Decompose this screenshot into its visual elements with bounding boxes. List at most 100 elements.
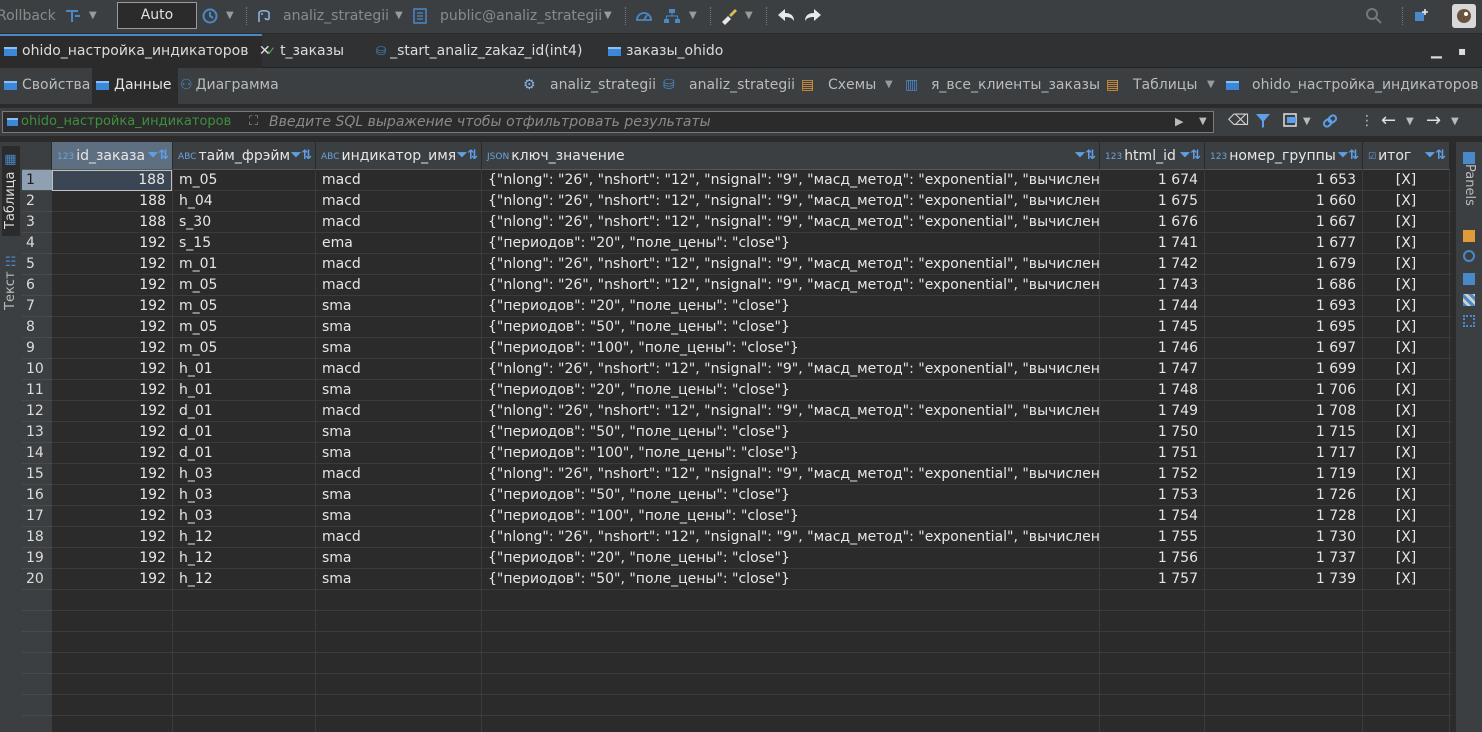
chevron-down-icon[interactable]: ▼ xyxy=(604,0,612,32)
forward-icon[interactable] xyxy=(803,7,823,25)
col-html-id-cell[interactable]: 1 741 xyxy=(1100,233,1204,254)
col-timeframe-cell[interactable]: h_01 xyxy=(173,380,315,401)
col-indicator-name-cell[interactable]: sma xyxy=(316,296,481,317)
row-number[interactable]: 10 xyxy=(22,359,52,380)
col-html-id-cell[interactable]: 1 755 xyxy=(1100,527,1204,548)
col-result-cell[interactable]: [X] xyxy=(1363,527,1449,548)
row-number[interactable] xyxy=(22,674,52,695)
new-window-icon[interactable] xyxy=(1413,7,1431,25)
col-key-value-cell[interactable]: {"периодов": "20", "поле_цены": "close"} xyxy=(482,233,1099,254)
col-id-order-cell[interactable]: 192 xyxy=(52,338,172,359)
sql-filter-input[interactable] xyxy=(269,113,1169,131)
col-key-value-cell[interactable]: {"периодов": "50", "поле_цены": "close"} xyxy=(482,317,1099,338)
row-number[interactable]: 13 xyxy=(22,422,52,443)
col-indicator-name-cell[interactable]: macd xyxy=(316,191,481,212)
link-icon[interactable] xyxy=(1322,113,1338,129)
col-indicator-name-cell[interactable]: sma xyxy=(316,317,481,338)
row-number[interactable]: 11 xyxy=(22,380,52,401)
col-result-cell[interactable]: [X] xyxy=(1363,170,1449,191)
col-group-number-cell[interactable]: 1 728 xyxy=(1205,506,1362,527)
col-html-id-cell[interactable]: 1 745 xyxy=(1100,317,1204,338)
table-row[interactable]: 192 s_15 ema {"периодов": "20", "поле_цены"… xyxy=(52,233,1452,254)
col-key-value-cell[interactable]: {"nlong": "26", "nshort": "12", "nsignal… xyxy=(482,254,1099,275)
col-id-order-cell[interactable]: 192 xyxy=(52,359,172,380)
tab-properties[interactable]: Свойства xyxy=(0,68,94,104)
col-key-value-cell[interactable]: {"периодов": "50", "поле_цены": "close"} xyxy=(482,485,1099,506)
col-html-id-cell[interactable]: 1 743 xyxy=(1100,275,1204,296)
col-indicator-name-cell[interactable]: macd xyxy=(316,401,481,422)
row-number[interactable]: 17 xyxy=(22,506,52,527)
col-group-number-cell[interactable]: 1 693 xyxy=(1205,296,1362,317)
expand-icon[interactable]: ⛶ xyxy=(249,112,258,132)
row-number[interactable] xyxy=(22,611,52,632)
col-indicator-name-cell[interactable]: macd xyxy=(316,275,481,296)
col-result-cell[interactable]: [X] xyxy=(1363,338,1449,359)
arrow-left-icon[interactable]: ← xyxy=(1381,109,1396,133)
row-number[interactable]: 8 xyxy=(22,317,52,338)
col-timeframe-header[interactable]: ABC тайм_фрэйм ⏷⇅ xyxy=(173,142,316,170)
col-html-id-cell[interactable]: 1 749 xyxy=(1100,401,1204,422)
table-row[interactable]: 192 m_01 macd {"nlong": "26", "nshort": "12… xyxy=(52,254,1452,275)
filter-icon[interactable] xyxy=(1255,113,1271,129)
row-number[interactable]: 9 xyxy=(22,338,52,359)
col-indicator-name-cell[interactable]: sma xyxy=(316,443,481,464)
breadcrumb-schema[interactable]: я_все_клиенты_заказы xyxy=(931,68,1100,104)
row-number[interactable]: 1 xyxy=(22,170,52,191)
column-filter-sort-icon[interactable]: ⏷⇅ xyxy=(1075,142,1096,169)
col-result-cell[interactable]: [X] xyxy=(1363,443,1449,464)
col-id-order-cell[interactable]: 192 xyxy=(52,296,172,317)
col-id-order-cell[interactable]: 192 xyxy=(52,275,172,296)
col-timeframe-cell[interactable]: m_05 xyxy=(173,338,315,359)
col-key-value-cell[interactable]: {"периодов": "100", "поле_цены": "close"… xyxy=(482,443,1099,464)
col-indicator-name-cell[interactable]: macd xyxy=(316,464,481,485)
col-group-number-cell[interactable]: 1 653 xyxy=(1205,170,1362,191)
col-id-order-cell[interactable]: 188 xyxy=(52,170,172,191)
col-key-value-cell[interactable]: {"периодов": "50", "поле_цены": "close"} xyxy=(482,422,1099,443)
table-row[interactable]: 192 h_12 sma {"периодов": "20", "поле_цены"… xyxy=(52,548,1452,569)
table-row[interactable]: 188 m_05 macd {"nlong": "26", "nshort": "12… xyxy=(52,170,1452,191)
results-grid[interactable]: 123 id_заказа ⏷⇅ ABC тайм_фрэйм ⏷⇅ ABC индикато… xyxy=(22,142,1452,732)
col-group-number-cell[interactable]: 1 706 xyxy=(1205,380,1362,401)
col-timeframe-cell[interactable]: d_01 xyxy=(173,422,315,443)
chevron-down-icon[interactable]: ▼ xyxy=(885,68,893,104)
col-indicator-name-cell[interactable]: macd xyxy=(316,170,481,191)
col-timeframe-cell[interactable]: h_12 xyxy=(173,548,315,569)
col-timeframe-cell[interactable]: h_12 xyxy=(173,569,315,590)
col-id-order-cell[interactable]: 192 xyxy=(52,380,172,401)
transaction-mode-icon[interactable] xyxy=(64,7,82,25)
col-timeframe-cell[interactable]: s_30 xyxy=(173,212,315,233)
col-html-id-cell[interactable]: 1 752 xyxy=(1100,464,1204,485)
col-indicator-name-cell[interactable]: macd xyxy=(316,359,481,380)
column-filter-sort-icon[interactable]: ⏷⇅ xyxy=(457,142,478,169)
chevron-down-icon[interactable]: ▼ xyxy=(395,0,403,32)
transaction-mode-button[interactable]: Auto xyxy=(117,2,197,29)
breadcrumb-table[interactable]: ohido_настройка_индикаторов xyxy=(1252,68,1478,104)
col-group-number-cell[interactable]: 1 719 xyxy=(1205,464,1362,485)
col-group-number-cell[interactable]: 1 695 xyxy=(1205,317,1362,338)
col-result-cell[interactable]: [X] xyxy=(1363,464,1449,485)
col-id-order-cell[interactable]: 192 xyxy=(52,233,172,254)
col-html-id-cell[interactable]: 1 757 xyxy=(1100,569,1204,590)
col-html-id-header[interactable]: 123 html_id ⏷⇅ xyxy=(1100,142,1205,170)
row-number[interactable] xyxy=(22,632,52,653)
chevron-down-icon[interactable]: ▼ xyxy=(1451,111,1459,133)
col-timeframe-cell[interactable]: m_05 xyxy=(173,296,315,317)
col-id-order-cell[interactable]: 192 xyxy=(52,506,172,527)
col-timeframe-cell[interactable]: m_05 xyxy=(173,275,315,296)
grouping-icon[interactable] xyxy=(1463,273,1475,285)
row-number[interactable]: 20 xyxy=(22,569,52,590)
col-id-order-cell[interactable]: 192 xyxy=(52,317,172,338)
table-row[interactable]: 188 s_30 macd {"nlong": "26", "nshort": "12… xyxy=(52,212,1452,233)
col-group-number-cell[interactable]: 1 739 xyxy=(1205,569,1362,590)
col-result-cell[interactable]: [X] xyxy=(1363,317,1449,338)
chevron-down-icon[interactable]: ▼ xyxy=(89,0,97,32)
col-timeframe-cell[interactable]: m_05 xyxy=(173,170,315,191)
col-group-number-cell[interactable]: 1 737 xyxy=(1205,548,1362,569)
chevron-down-icon[interactable]: ▼ xyxy=(1406,111,1414,133)
col-group-number-cell[interactable]: 1 708 xyxy=(1205,401,1362,422)
col-indicator-name-cell[interactable]: macd xyxy=(316,527,481,548)
column-filter-sort-icon[interactable]: ⏷⇅ xyxy=(1180,142,1201,169)
col-result-cell[interactable]: [X] xyxy=(1363,275,1449,296)
col-indicator-name-cell[interactable]: sma xyxy=(316,485,481,506)
back-icon[interactable] xyxy=(776,7,796,25)
